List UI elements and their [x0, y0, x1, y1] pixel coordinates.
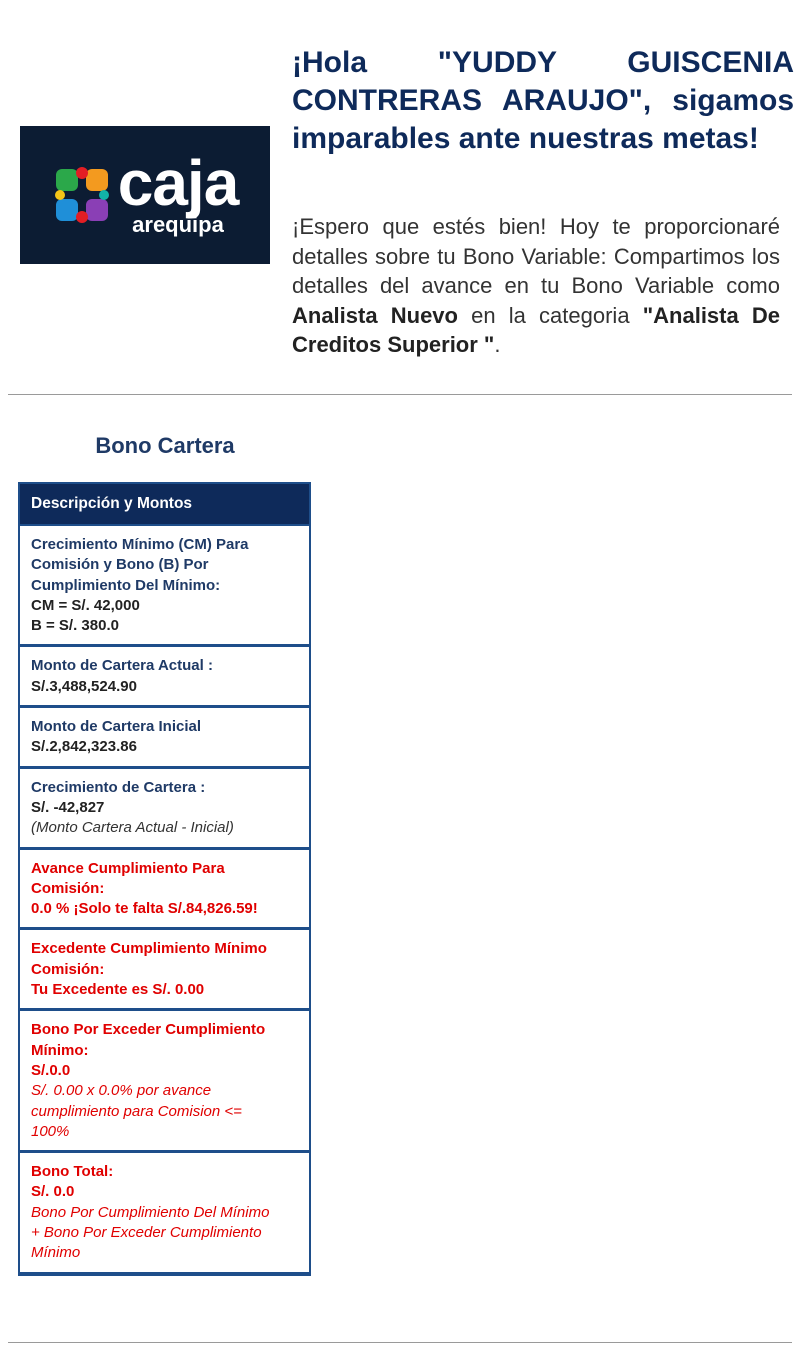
inicial-value: S/.2,842,323.86: [31, 738, 137, 756]
intro-prefix: ¡Espero que estés bien! Hoy te proporcio…: [292, 214, 780, 298]
bono-exceder-label-2: Mínimo:: [31, 1041, 89, 1059]
bono-total-note-3: Mínimo: [31, 1244, 81, 1262]
cm-value: CM = S/. 42,000: [31, 596, 140, 614]
caja-arequipa-logo: caja arequipa: [20, 126, 270, 264]
cm-label-2: Comisión y Bono (B) Por: [31, 556, 209, 574]
b-value: B = S/. 380.0: [31, 617, 119, 635]
bono-total-label: Bono Total:: [31, 1163, 114, 1181]
greeting-headline: ¡Hola "YUDDY GUISCENIA CONTRERAS ARAUJO"…: [292, 46, 794, 155]
section-title: Bono Cartera: [95, 433, 235, 458]
intro-mid: en la categoria: [457, 302, 643, 328]
row-bono-total: Bono Total: S/. 0.0 Bono Por Cumplimient…: [20, 1153, 309, 1275]
crecimiento-label: Crecimiento de Cartera :: [31, 778, 206, 796]
avance-label-1: Avance Cumplimiento Para: [31, 859, 225, 877]
row-crecimiento-cartera: Crecimiento de Cartera : S/. -42,827 (Mo…: [20, 769, 309, 850]
row-cartera-inicial: Monto de Cartera Inicial S/.2,842,323.86: [20, 708, 309, 769]
excedente-value: Tu Excedente es S/. 0.00: [31, 981, 205, 999]
avance-value: 0.0 % ¡Solo te falta S/.84,826.59!: [31, 900, 258, 918]
intro-end: .: [494, 332, 501, 357]
bono-total-value: S/. 0.0: [31, 1183, 75, 1201]
inicial-label: Monto de Cartera Inicial: [31, 718, 202, 736]
table-header: Descripción y Montos: [20, 484, 309, 526]
row-bono-exceder: Bono Por Exceder Cumplimiento Mínimo: S/…: [20, 1011, 309, 1154]
bono-exceder-note-3: 100%: [31, 1122, 70, 1140]
bono-exceder-note-2: cumplimiento para Comision <=: [31, 1102, 242, 1120]
row-crecimiento-minimo: Crecimiento Mínimo (CM) Para Comisión y …: [20, 526, 309, 648]
intro-paragraph: ¡Espero que estés bien! Hoy te proporcio…: [292, 212, 780, 360]
bono-total-note-1: Bono Por Cumplimiento Del Mínimo: [31, 1203, 270, 1221]
cm-label-1: Crecimiento Mínimo (CM) Para: [31, 536, 249, 553]
bono-exceder-label-1: Bono Por Exceder Cumplimiento: [31, 1021, 266, 1039]
row-excedente-cumplimiento: Excedente Cumplimiento Mínimo Comisión: …: [20, 930, 309, 1012]
bono-exceder-note-1: S/. 0.00 x 0.0% por avance: [31, 1082, 212, 1100]
excedente-label-1: Excedente Cumplimiento Mínimo: [31, 940, 267, 958]
actual-label: Monto de Cartera Actual :: [31, 657, 213, 675]
crecimiento-note: (Monto Cartera Actual - Inicial): [31, 819, 234, 837]
cm-label-3: Cumplimiento Del Mínimo:: [31, 576, 221, 594]
bono-exceder-value: S/.0.0: [31, 1061, 71, 1079]
excedente-label-2: Comisión:: [31, 960, 105, 978]
actual-value: S/.3,488,524.90: [31, 677, 137, 695]
logo-caja-text: caja: [117, 147, 240, 219]
bono-cartera-table: Descripción y Montos Crecimiento Mínimo …: [18, 482, 311, 1276]
avance-label-2: Comisión:: [31, 879, 105, 897]
bono-total-note-2: + Bono Por Exceder Cumplimiento: [31, 1224, 262, 1242]
role-name: Analista Nuevo: [292, 302, 458, 328]
top-divider: [8, 394, 792, 395]
caja-logo-icon: [54, 167, 109, 223]
logo-arequipa-text: arequipa: [132, 212, 224, 237]
row-avance-cumplimiento: Avance Cumplimiento Para Comisión: 0.0 %…: [20, 850, 309, 931]
crecimiento-value: S/. -42,827: [31, 798, 105, 816]
row-cartera-actual: Monto de Cartera Actual : S/.3,488,524.9…: [20, 647, 309, 709]
bottom-divider: [8, 1342, 792, 1343]
